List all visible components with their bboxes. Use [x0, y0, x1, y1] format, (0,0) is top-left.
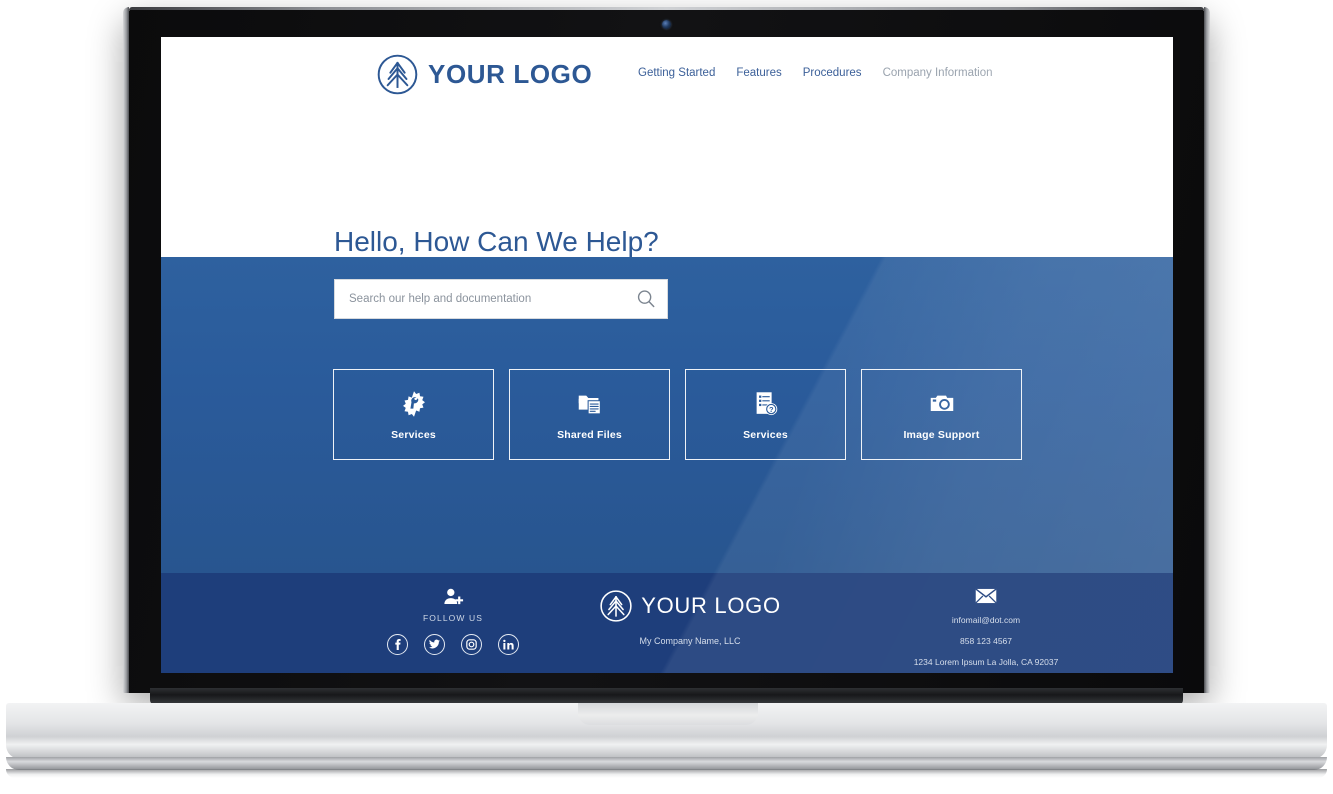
document-question-icon: ?: [756, 391, 777, 415]
quick-links-cards: Services Shared Files ? Services Image S…: [333, 369, 1022, 460]
pine-tree-circle-logo-icon: [377, 54, 418, 95]
laptop-lid-top-highlight: [129, 7, 1204, 10]
search-button[interactable]: [633, 286, 659, 312]
footer-brand-column: YOUR LOGO My Company Name, LLC: [565, 589, 815, 646]
gear-wrench-icon: [402, 390, 425, 417]
site-header: YOUR LOGO Getting Started Features Proce…: [161, 37, 1173, 213]
footer-company-name: My Company Name, LLC: [639, 636, 741, 646]
card-label: Services: [743, 428, 788, 441]
laptop-screen: YOUR LOGO Getting Started Features Proce…: [161, 37, 1173, 673]
search-row: [334, 279, 668, 319]
card-label: Image Support: [903, 428, 980, 441]
card-shared-files[interactable]: Shared Files: [509, 369, 670, 460]
add-user-icon: [444, 588, 464, 605]
instagram-icon[interactable]: [461, 634, 482, 655]
nav-item-procedures[interactable]: Procedures: [803, 67, 862, 79]
laptop-base-shadow: [6, 769, 1327, 778]
contact-phone[interactable]: 858 123 4567: [960, 636, 1012, 646]
card-services-docs[interactable]: ? Services: [685, 369, 846, 460]
follow-us-label: FOLLOW US: [423, 613, 483, 623]
laptop-base-notch: [578, 703, 758, 725]
webcam-icon: [662, 20, 671, 29]
nav-item-features[interactable]: Features: [736, 67, 781, 79]
footer-follow-column: FOLLOW US: [373, 586, 533, 655]
search-input[interactable]: [347, 292, 633, 306]
main-nav: Getting Started Features Procedures Comp…: [638, 67, 993, 79]
camera-icon: [930, 395, 953, 411]
search-icon: [637, 290, 655, 308]
laptop-lid-edge-right: [1204, 7, 1210, 693]
nav-item-getting-started[interactable]: Getting Started: [638, 67, 715, 79]
laptop-lid-edge-left: [123, 7, 129, 693]
envelope-icon: [975, 588, 997, 604]
header-logo-text: YOUR LOGO: [428, 59, 593, 89]
card-image-support[interactable]: Image Support: [861, 369, 1022, 460]
card-label: Services: [391, 428, 436, 441]
card-label: Shared Files: [557, 428, 622, 441]
pine-tree-circle-logo-icon: [600, 590, 632, 622]
laptop-mockup: YOUR LOGO Getting Started Features Proce…: [0, 0, 1333, 794]
social-links: [387, 634, 519, 655]
contact-email[interactable]: infomail@dot.com: [952, 615, 1020, 625]
twitter-icon[interactable]: [424, 634, 445, 655]
hero-title-band: Hello, How Can We Help?: [161, 213, 1173, 257]
contact-address: 1234 Lorem Ipsum La Jolla, CA 92037: [913, 657, 1059, 667]
page-title: Hello, How Can We Help?: [334, 225, 659, 257]
footer-logo-text: YOUR LOGO: [641, 593, 781, 618]
footer-logo[interactable]: YOUR LOGO: [599, 589, 781, 623]
hero-section: Services Shared Files: [161, 257, 1173, 573]
card-services-tools[interactable]: Services: [333, 369, 494, 460]
folder-document-icon: [578, 395, 601, 414]
linkedin-icon[interactable]: [498, 634, 519, 655]
site-footer: FOLLOW US YOUR LOGO My Company Name, LLC…: [161, 573, 1173, 673]
facebook-icon[interactable]: [387, 634, 408, 655]
svg-text:?: ?: [768, 404, 773, 413]
nav-item-company-information[interactable]: Company Information: [883, 67, 993, 79]
footer-contact-column: infomail@dot.com 858 123 4567 1234 Lorem…: [861, 588, 1111, 667]
search-box[interactable]: [334, 279, 668, 319]
header-logo[interactable]: YOUR LOGO: [376, 53, 592, 96]
